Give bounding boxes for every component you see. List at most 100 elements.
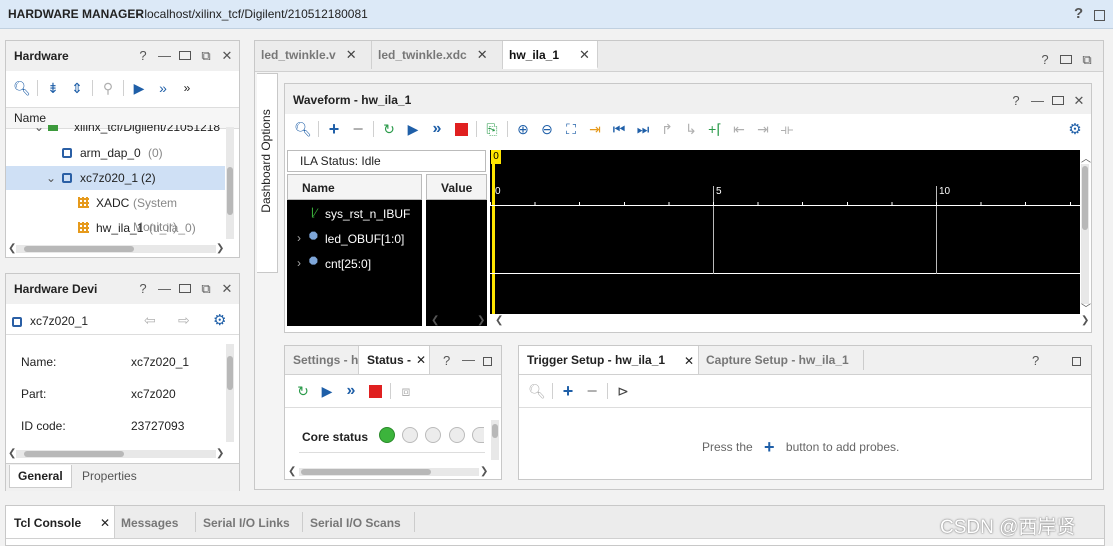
close-icon[interactable]: ✕ xyxy=(346,47,357,62)
dashboard-options-tab[interactable]: Dashboard Options xyxy=(257,73,278,273)
tab-led-twinkle-xdc[interactable]: led_twinkle.xdc ✕ xyxy=(372,41,503,69)
search-icon[interactable]: 🔍︎ xyxy=(525,380,549,402)
expand-chevron-icon[interactable]: ⌄ xyxy=(46,166,56,190)
waveform-vscroll[interactable] xyxy=(1081,164,1089,304)
go-to-cursor-icon[interactable]: ⇥ xyxy=(583,118,607,140)
tab-hw-ila-1[interactable]: hw_ila_1 ✕ xyxy=(503,41,598,69)
go-to-start-icon[interactable]: ⏮ xyxy=(607,118,631,140)
settings-gear-icon[interactable]: ⚙ xyxy=(1063,118,1087,140)
props-vscroll[interactable] xyxy=(226,344,234,442)
next-transition-icon[interactable]: ↳ xyxy=(679,118,703,140)
help-icon[interactable]: ? xyxy=(443,353,450,368)
previous-transition-icon[interactable]: ↱ xyxy=(655,118,679,140)
cursor-marker[interactable] xyxy=(492,150,495,314)
back-arrow-icon[interactable]: ⇦ xyxy=(144,312,156,329)
remove-probe-icon[interactable]: − xyxy=(580,380,604,402)
search-icon[interactable]: 🔍︎ xyxy=(10,77,34,99)
scroll-up-icon[interactable]: ︿ xyxy=(1081,150,1091,165)
close-icon[interactable]: ✕ xyxy=(684,354,694,368)
float-icon[interactable]: ⧉ xyxy=(200,48,212,64)
maximize-icon[interactable] xyxy=(1060,52,1072,68)
connect-icon[interactable]: ⚲ xyxy=(96,77,120,99)
remove-icon[interactable]: − xyxy=(346,118,370,140)
run-immediate-icon[interactable]: » xyxy=(339,380,363,402)
minimize-icon[interactable]: — xyxy=(1031,93,1044,109)
scroll-right-icon[interactable]: ❯ xyxy=(216,448,224,459)
more-icon[interactable]: » xyxy=(175,77,199,99)
settings-gear-icon[interactable]: ⚙ xyxy=(213,311,226,329)
props-hscroll[interactable] xyxy=(16,450,216,458)
zoom-out-icon[interactable]: ⊖ xyxy=(535,118,559,140)
trigger-setup-icon[interactable]: ⧈ xyxy=(394,380,418,402)
scroll-left-icon[interactable]: ❮ xyxy=(288,466,296,477)
scroll-right-icon[interactable]: ❯ xyxy=(1081,315,1089,326)
tab-general[interactable]: General xyxy=(9,465,72,488)
stop-icon[interactable] xyxy=(363,380,387,402)
signal-row[interactable]: › ⯃ cnt[25:0] xyxy=(287,252,422,276)
help-icon[interactable]: ? xyxy=(1074,5,1083,22)
add-probe-icon[interactable]: + xyxy=(556,380,580,402)
go-to-end-icon[interactable]: ⏭ xyxy=(631,118,655,140)
help-icon[interactable]: ? xyxy=(137,48,149,64)
close-icon[interactable]: ✕ xyxy=(221,48,233,64)
expand-chevron-icon[interactable]: › xyxy=(297,256,301,270)
forward-arrow-icon[interactable]: ⇨ xyxy=(178,312,190,329)
minimize-icon[interactable]: — xyxy=(158,48,171,64)
tab-serial-io-links[interactable]: Serial I/O Links xyxy=(203,516,290,530)
minimize-icon[interactable]: — xyxy=(158,281,171,297)
scroll-down-icon[interactable]: ﹀ xyxy=(1081,300,1091,315)
scroll-left-icon[interactable]: ❮ xyxy=(495,315,503,326)
close-icon[interactable]: ✕ xyxy=(416,353,426,367)
tree-item-hw-ila[interactable]: hw_ila_1 (u_ila_0) xyxy=(6,216,223,240)
run-immediate-icon[interactable]: » xyxy=(425,118,449,140)
maximize-icon[interactable] xyxy=(179,48,191,64)
run-trigger-immediate-icon[interactable]: ↻ xyxy=(377,118,401,140)
zoom-fit-icon[interactable]: ⛶ xyxy=(559,118,583,140)
float-icon[interactable]: ⧉ xyxy=(1081,52,1093,68)
tab-serial-io-scans[interactable]: Serial I/O Scans xyxy=(310,516,401,530)
help-icon[interactable]: ? xyxy=(1032,353,1039,368)
add-icon[interactable]: + xyxy=(322,118,346,140)
tab-trigger-setup[interactable]: Trigger Setup - hw_ila_1 ✕ xyxy=(519,346,699,374)
tree-item-xc7z020[interactable]: ⌄ xc7z020_1 (2) xyxy=(6,166,225,190)
swap-cursors-icon[interactable]: ⟛ xyxy=(775,118,799,140)
tab-status[interactable]: Status - ✕ xyxy=(358,346,430,374)
maximize-icon[interactable] xyxy=(483,355,492,366)
maximize-icon[interactable] xyxy=(179,281,191,297)
next-marker-icon[interactable]: ⇥ xyxy=(751,118,775,140)
signal-row[interactable]: ⌊⁄ sys_rst_n_IBUF xyxy=(287,202,422,226)
status-vscroll[interactable] xyxy=(491,420,499,460)
tab-messages[interactable]: Messages xyxy=(121,516,178,530)
tab-tcl-console[interactable]: Tcl Console ✕ xyxy=(6,506,115,538)
signal-row[interactable]: › ⯃ led_OBUF[1:0] xyxy=(287,227,422,251)
help-icon[interactable]: ? xyxy=(137,281,149,297)
stop-icon[interactable] xyxy=(449,118,473,140)
restore-icon[interactable] xyxy=(1094,8,1105,21)
float-icon[interactable]: ⧉ xyxy=(200,281,212,297)
close-icon[interactable]: ✕ xyxy=(1073,93,1085,109)
run-icon[interactable]: ▶ xyxy=(315,380,339,402)
help-icon[interactable]: ? xyxy=(1010,93,1022,109)
search-icon[interactable]: 🔍︎ xyxy=(291,118,315,140)
tab-led-twinkle-v[interactable]: led_twinkle.v ✕ xyxy=(255,41,372,69)
scroll-right-icon[interactable]: ❯ xyxy=(480,466,488,477)
maximize-icon[interactable] xyxy=(1052,93,1064,109)
tree-item-xadc[interactable]: XADC (System Monitor) xyxy=(6,191,223,234)
scroll-left-icon[interactable]: ❮ xyxy=(8,448,16,459)
status-hscroll[interactable] xyxy=(299,468,479,476)
close-icon[interactable]: ✕ xyxy=(579,47,590,62)
tab-settings[interactable]: Settings - h xyxy=(293,353,358,367)
close-icon[interactable]: ✕ xyxy=(221,281,233,297)
run-icon[interactable]: ▶ xyxy=(127,77,151,99)
previous-marker-icon[interactable]: ⇤ xyxy=(727,118,751,140)
minimize-icon[interactable]: — xyxy=(462,352,475,367)
scroll-right-icon[interactable]: ❯ xyxy=(216,243,224,254)
tree-item-server[interactable]: ⌄ xilinx_tcf/Digilent/21051218 xyxy=(6,125,223,139)
maximize-icon[interactable] xyxy=(1072,355,1081,366)
scroll-left-icon[interactable]: ❮ xyxy=(8,243,16,254)
tree-item-arm-dap[interactable]: arm_dap_0 (0) xyxy=(6,141,223,165)
collapse-all-icon[interactable]: ⇟ xyxy=(41,77,65,99)
zoom-in-icon[interactable]: ⊕ xyxy=(511,118,535,140)
expand-all-icon[interactable]: ⇕ xyxy=(65,77,89,99)
help-icon[interactable]: ? xyxy=(1039,52,1051,68)
